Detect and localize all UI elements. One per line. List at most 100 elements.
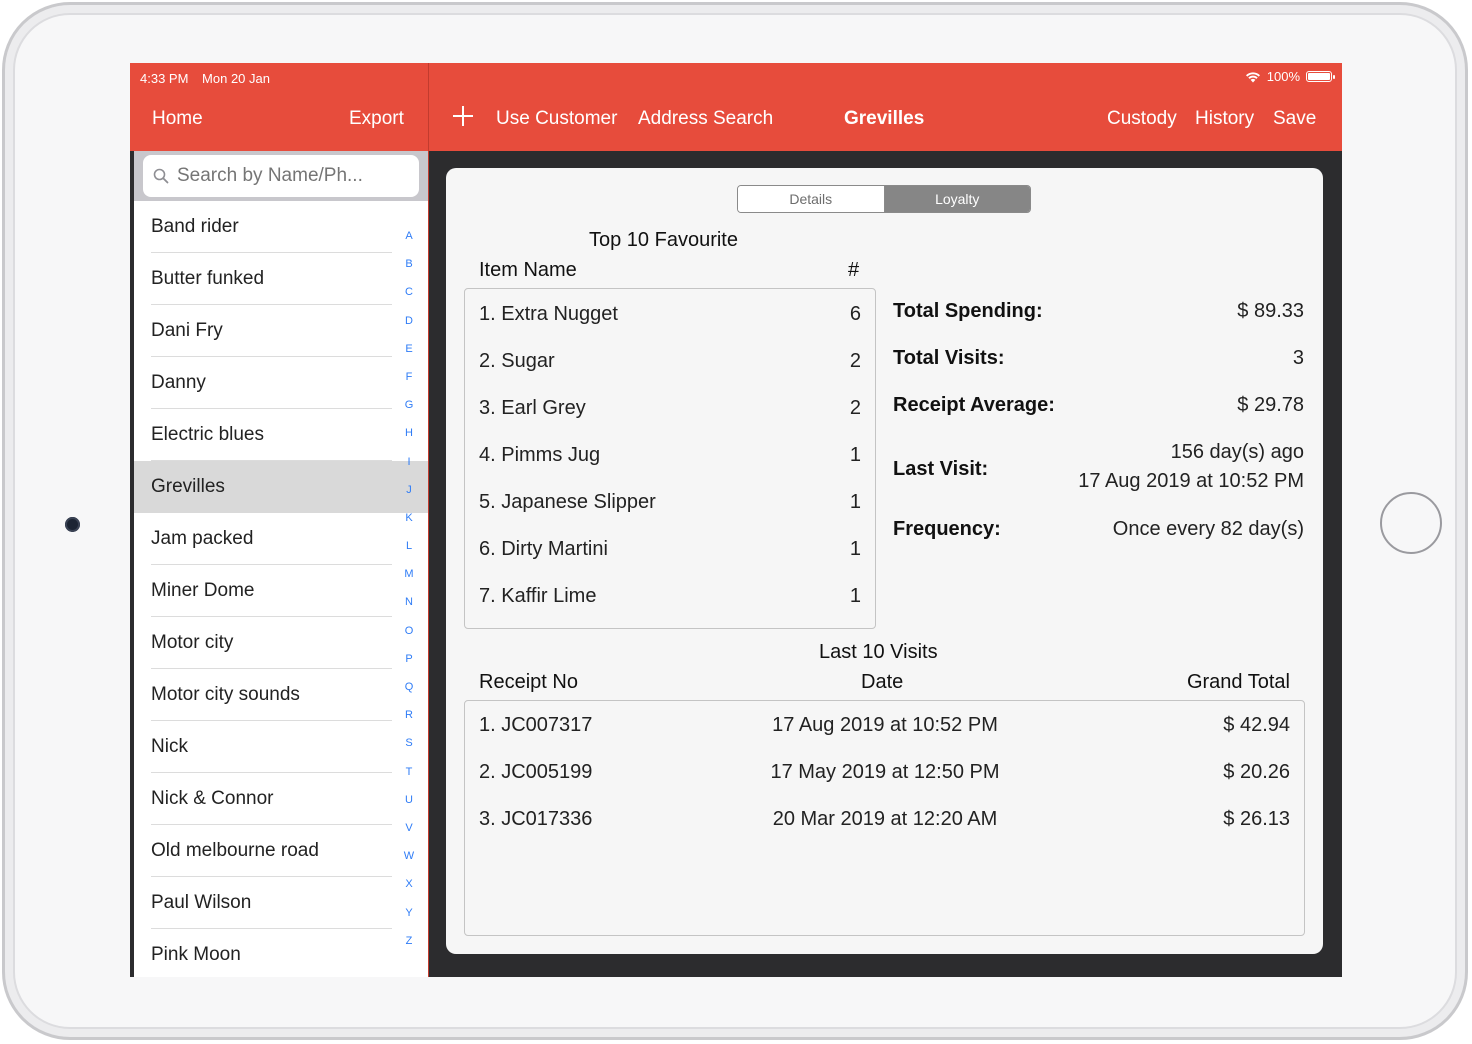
list-item[interactable]: Butter funked — [134, 253, 428, 305]
list-item[interactable]: Pink Moon — [134, 929, 428, 977]
customer-list-panel: Band rider Butter funked Dani Fry Danny Elec… — [134, 151, 428, 977]
index-letter[interactable]: V — [405, 821, 412, 849]
customer-name: Dani Fry — [151, 320, 223, 341]
favourite-item-name: 5. Japanese Slipper — [479, 491, 656, 513]
index-letter[interactable]: Q — [405, 680, 414, 708]
index-letter[interactable]: A — [405, 229, 412, 257]
index-letter[interactable]: Y — [405, 906, 412, 934]
camera — [65, 517, 80, 532]
total-visits-label: Total Visits: — [893, 347, 1005, 369]
customer-name: Grevilles — [151, 476, 225, 497]
last-visit-ago: 156 day(s) ago — [1170, 441, 1304, 463]
save-button[interactable]: Save — [1273, 108, 1316, 130]
tab-loyalty[interactable]: Loyalty — [884, 186, 1030, 212]
wifi-icon — [1245, 71, 1260, 82]
frequency-label: Frequency: — [893, 518, 1001, 540]
index-letter[interactable]: X — [405, 877, 412, 905]
table-row: 6. Dirty Martini 1 — [465, 524, 875, 571]
index-letter[interactable]: E — [405, 342, 412, 370]
favourite-item-count: 1 — [849, 538, 861, 560]
list-item[interactable]: Danny — [134, 357, 428, 409]
customer-name: Nick — [151, 736, 188, 757]
index-letter[interactable]: I — [407, 455, 410, 483]
index-letter[interactable]: H — [405, 426, 413, 454]
table-row: 2. Sugar 2 — [465, 336, 875, 383]
status-bar-right: 100% — [1245, 69, 1335, 84]
history-button[interactable]: History — [1195, 108, 1254, 130]
battery-percent: 100% — [1266, 69, 1300, 84]
details-loyalty-segmented-control[interactable]: Details Loyalty — [737, 185, 1031, 213]
table-row[interactable]: 2. JC005199 17 May 2019 at 12:50 PM $ 20.2… — [465, 748, 1304, 795]
visit-grand-total: $ 20.26 — [1223, 761, 1290, 783]
page-title: Grevilles — [844, 108, 925, 129]
add-icon[interactable] — [450, 103, 476, 129]
list-item[interactable]: Electric blues — [134, 409, 428, 461]
home-button[interactable]: Home — [152, 108, 203, 130]
list-item[interactable]: Band rider — [134, 201, 428, 253]
custody-button[interactable]: Custody — [1107, 108, 1177, 130]
search-bar[interactable] — [143, 155, 419, 197]
favourite-item-count: 2 — [849, 397, 861, 419]
index-letter[interactable]: L — [406, 539, 412, 567]
index-letter[interactable]: K — [405, 511, 412, 539]
loyalty-detail-card: Details Loyalty Top 10 Favourite Item Na… — [446, 168, 1323, 954]
alphabet-index[interactable]: ABCDEFGHIJKLMNOPQRSTUVWXYZ — [402, 229, 416, 962]
visit-date: 17 Aug 2019 at 10:52 PM — [772, 714, 998, 736]
index-letter[interactable]: O — [405, 624, 414, 652]
index-letter[interactable]: Z — [406, 934, 413, 962]
status-date: Mon 20 Jan — [202, 71, 270, 86]
list-item[interactable]: Nick & Connor — [134, 773, 428, 825]
use-customer-button[interactable]: Use Customer — [496, 108, 617, 130]
visit-grand-total: $ 42.94 — [1223, 714, 1290, 736]
list-item[interactable]: Old melbourne road — [134, 825, 428, 877]
index-letter[interactable]: C — [405, 285, 413, 313]
list-item[interactable]: Grevilles — [134, 461, 428, 513]
list-item[interactable]: Motor city sounds — [134, 669, 428, 721]
list-item[interactable]: Jam packed — [134, 513, 428, 565]
visit-receipt-no: 2. JC005199 — [479, 761, 593, 783]
index-letter[interactable]: N — [405, 595, 413, 623]
last-visit-date: 17 Aug 2019 at 10:52 PM — [1078, 470, 1304, 492]
visit-grand-total: $ 26.13 — [1223, 808, 1290, 830]
frequency-value: Once every 82 day(s) — [1112, 518, 1304, 540]
list-item[interactable]: Nick — [134, 721, 428, 773]
index-letter[interactable]: W — [404, 849, 414, 877]
index-letter[interactable]: J — [406, 483, 412, 511]
table-row[interactable]: 1. JC007317 17 Aug 2019 at 10:52 PM $ 42.9… — [465, 701, 1304, 748]
visits-title: Last 10 Visits — [819, 641, 938, 663]
list-item[interactable]: Dani Fry — [134, 305, 428, 357]
list-item[interactable]: Paul Wilson — [134, 877, 428, 929]
visit-receipt-no: 3. JC017336 — [479, 808, 593, 830]
index-letter[interactable]: R — [405, 708, 413, 736]
total-spending-value: $ 89.33 — [1237, 300, 1304, 322]
list-item[interactable]: Miner Dome — [134, 565, 428, 617]
visits-col-grand-total: Grand Total — [1186, 671, 1290, 693]
index-letter[interactable]: G — [405, 398, 414, 426]
customer-name: Band rider — [151, 216, 239, 237]
index-letter[interactable]: F — [406, 370, 413, 398]
index-letter[interactable]: D — [405, 314, 413, 342]
customer-name: Motor city — [151, 632, 234, 653]
index-letter[interactable]: U — [405, 793, 413, 821]
index-letter[interactable]: S — [405, 736, 412, 764]
address-search-button[interactable]: Address Search — [638, 108, 773, 130]
index-letter[interactable]: M — [404, 567, 413, 595]
search-bar-container — [134, 151, 428, 201]
visit-date: 20 Mar 2019 at 12:20 AM — [772, 808, 998, 830]
search-input[interactable] — [177, 165, 407, 187]
index-letter[interactable]: B — [405, 257, 412, 285]
export-button[interactable]: Export — [349, 108, 404, 130]
customer-name: Danny — [151, 372, 206, 393]
tab-details[interactable]: Details — [738, 186, 885, 212]
favourite-item-name: 2. Sugar — [479, 350, 555, 372]
home-hardware-button[interactable] — [1380, 492, 1442, 554]
index-letter[interactable]: P — [405, 652, 412, 680]
favourite-item-name: 4. Pimms Jug — [479, 444, 601, 466]
visit-receipt-no: 1. JC007317 — [479, 714, 593, 736]
favourite-item-count: 1 — [849, 585, 861, 607]
list-item[interactable]: Motor city — [134, 617, 428, 669]
table-row[interactable]: 3. JC017336 20 Mar 2019 at 12:20 AM $ 26.1… — [465, 795, 1304, 842]
favourites-title: Top 10 Favourite — [589, 229, 738, 251]
favourites-col-count: # — [848, 259, 860, 281]
index-letter[interactable]: T — [406, 765, 413, 793]
